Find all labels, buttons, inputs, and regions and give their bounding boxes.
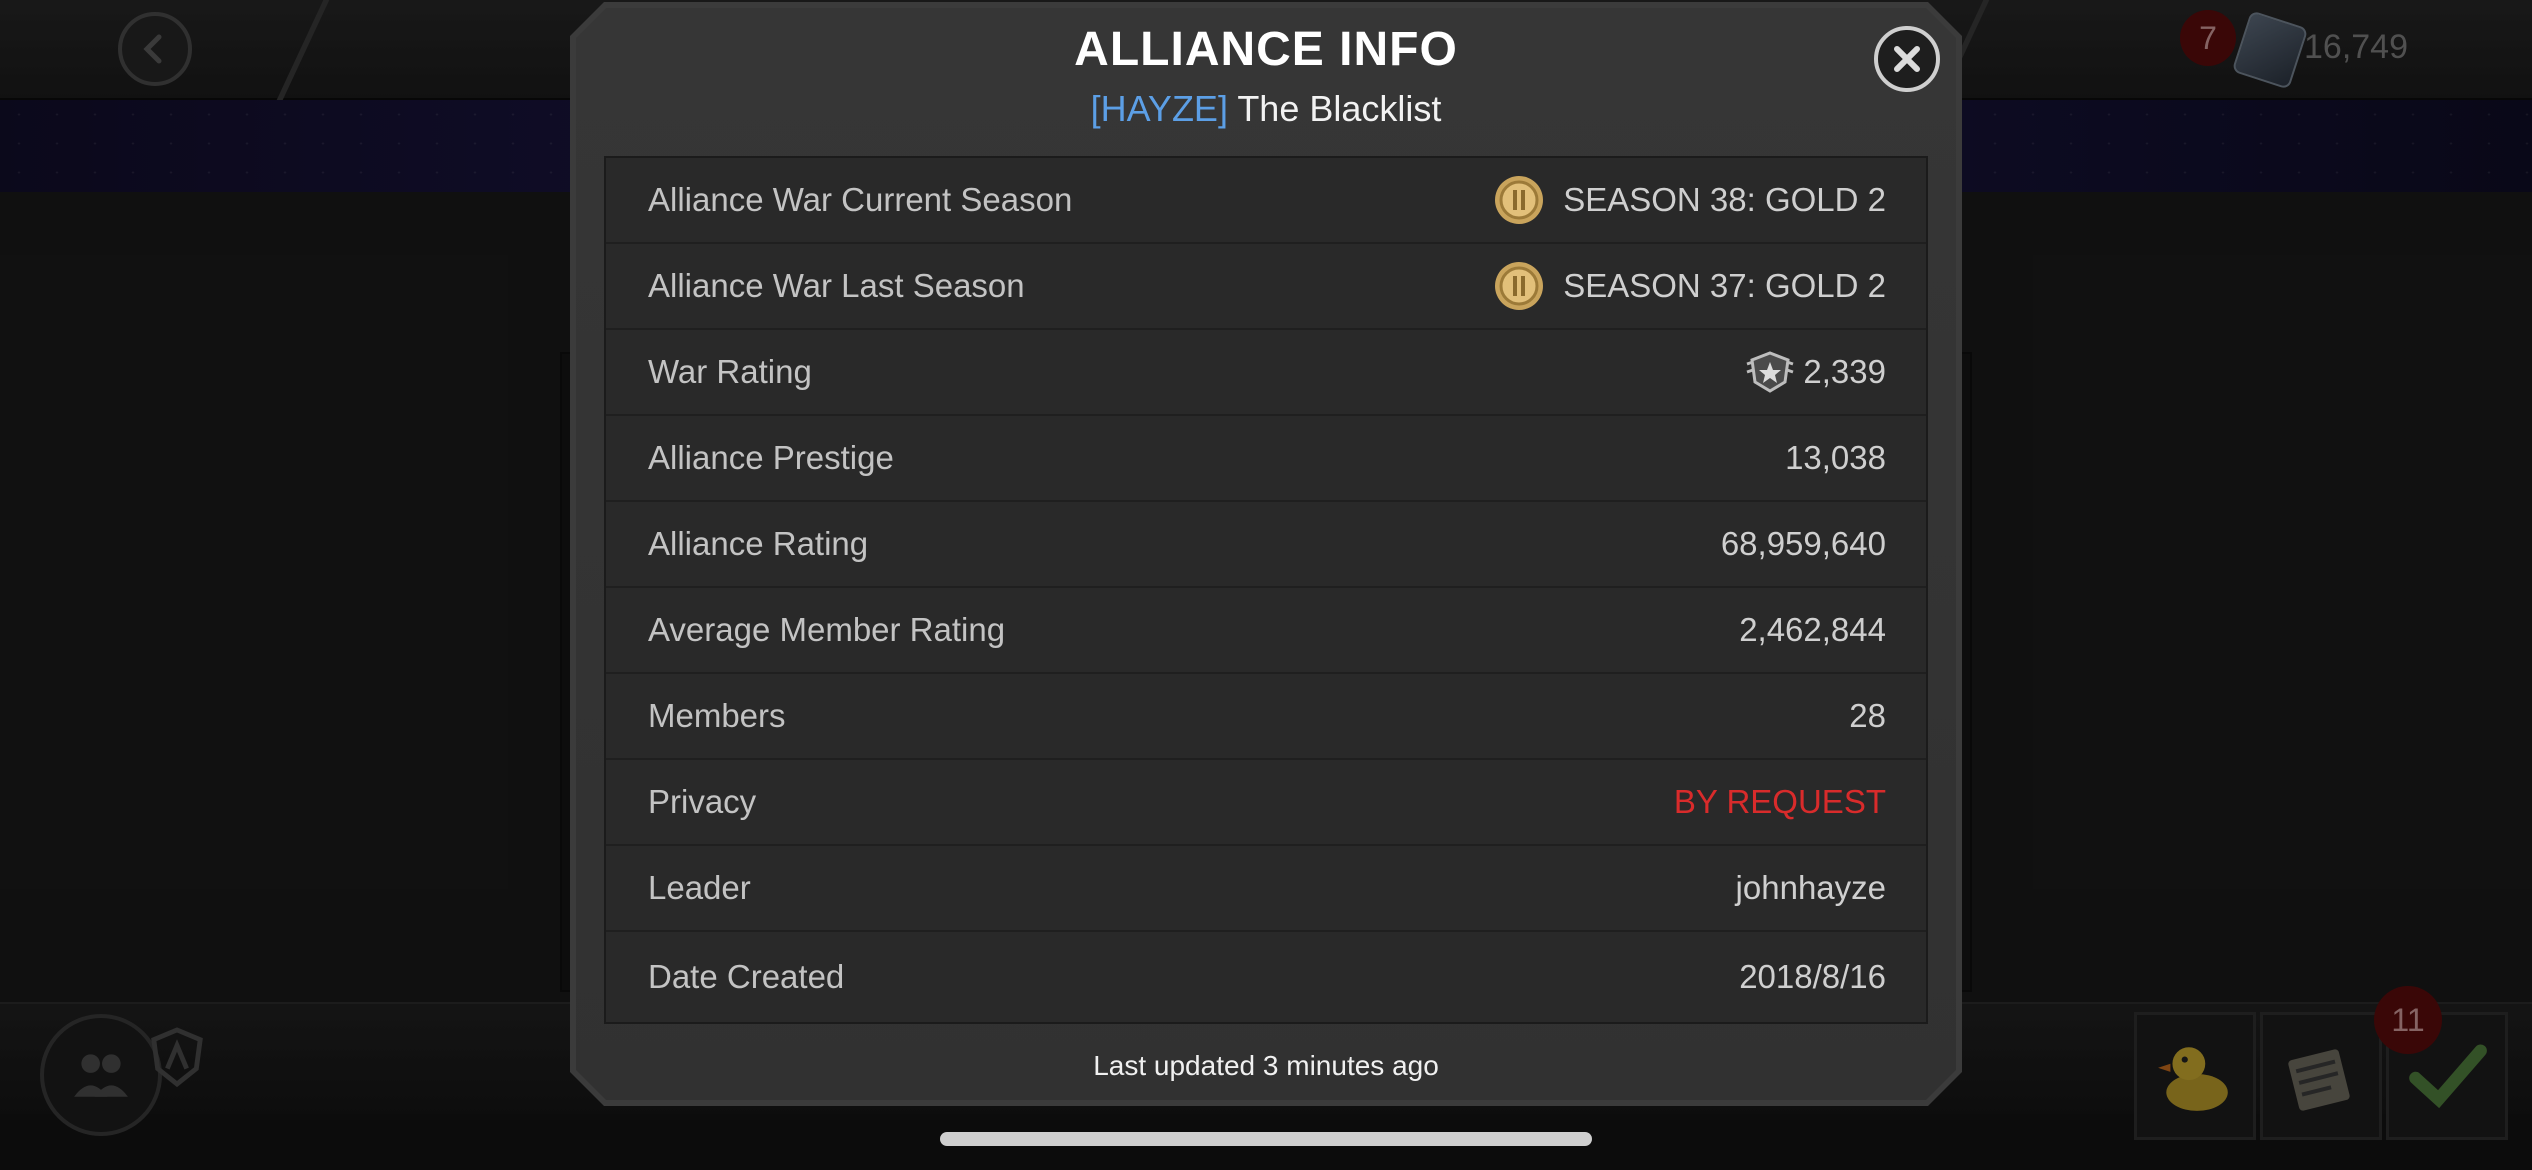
- row-value: 2018/8/16: [1739, 958, 1886, 995]
- last-updated-text: Last updated 3 minutes ago: [1093, 1050, 1439, 1081]
- row-value: 2,339: [1745, 350, 1886, 394]
- war-rating-value: 2,339: [1803, 353, 1886, 390]
- modal-title: ALLIANCE INFO: [1074, 23, 1458, 76]
- row-label: Privacy: [648, 783, 757, 820]
- close-icon: [1894, 46, 1920, 72]
- row-value: 2,462,844: [1739, 611, 1886, 648]
- war-rating-icon: [1746, 351, 1794, 393]
- info-row-prestige: Alliance Prestige 13,038: [606, 416, 1926, 502]
- row-label: Alliance War Current Season: [648, 181, 1073, 218]
- row-value: SEASON 38: GOLD 2: [1493, 174, 1886, 226]
- row-label: Alliance Rating: [648, 525, 869, 562]
- alliance-info-table: Alliance War Current Season SEASON 38: G…: [604, 156, 1928, 1024]
- row-value: 28: [1849, 697, 1886, 734]
- info-row-date-created: Date Created 2018/8/16: [606, 932, 1926, 1022]
- row-label: Date Created: [648, 958, 845, 995]
- info-row-war-current-season: Alliance War Current Season SEASON 38: G…: [606, 158, 1926, 244]
- info-row-leader: Leader johnhayze: [606, 846, 1926, 932]
- row-label: Members: [648, 697, 786, 734]
- info-row-war-rating: War Rating 2,339: [606, 330, 1926, 416]
- row-label: Alliance War Last Season: [648, 267, 1025, 304]
- privacy-value: BY REQUEST: [1673, 783, 1886, 820]
- row-label: Leader: [648, 869, 751, 906]
- close-button[interactable]: [1874, 26, 1940, 92]
- row-value: 68,959,640: [1720, 525, 1886, 562]
- row-value: SEASON 37: GOLD 2: [1493, 260, 1886, 312]
- game-screen: 7 16,749 11 ALLIANCE INFO [HAYZE] The Bl…: [0, 0, 2532, 1170]
- info-row-average-member-rating: Average Member Rating 2,462,844: [606, 588, 1926, 674]
- season-text: SEASON 38: GOLD 2: [1563, 181, 1886, 218]
- info-row-alliance-rating: Alliance Rating 68,959,640: [606, 502, 1926, 588]
- leader-name: johnhayze: [1735, 869, 1886, 906]
- season-text: SEASON 37: GOLD 2: [1563, 267, 1886, 304]
- gold-medal-icon: [1495, 262, 1544, 310]
- alliance-name: The Blacklist: [1237, 88, 1442, 129]
- gold-medal-icon: [1495, 176, 1544, 224]
- row-label: Average Member Rating: [648, 611, 1006, 648]
- row-value: 13,038: [1785, 439, 1886, 476]
- info-row-war-last-season: Alliance War Last Season SEASON 37: GOLD…: [606, 244, 1926, 330]
- alliance-tag: [HAYZE]: [1090, 88, 1228, 129]
- info-row-privacy: Privacy BY REQUEST: [606, 760, 1926, 846]
- home-indicator[interactable]: [940, 1132, 1592, 1146]
- info-row-members: Members 28: [606, 674, 1926, 760]
- row-label: Alliance Prestige: [648, 439, 894, 476]
- alliance-name-line: [HAYZE] The Blacklist: [570, 88, 1962, 130]
- row-label: War Rating: [648, 353, 812, 390]
